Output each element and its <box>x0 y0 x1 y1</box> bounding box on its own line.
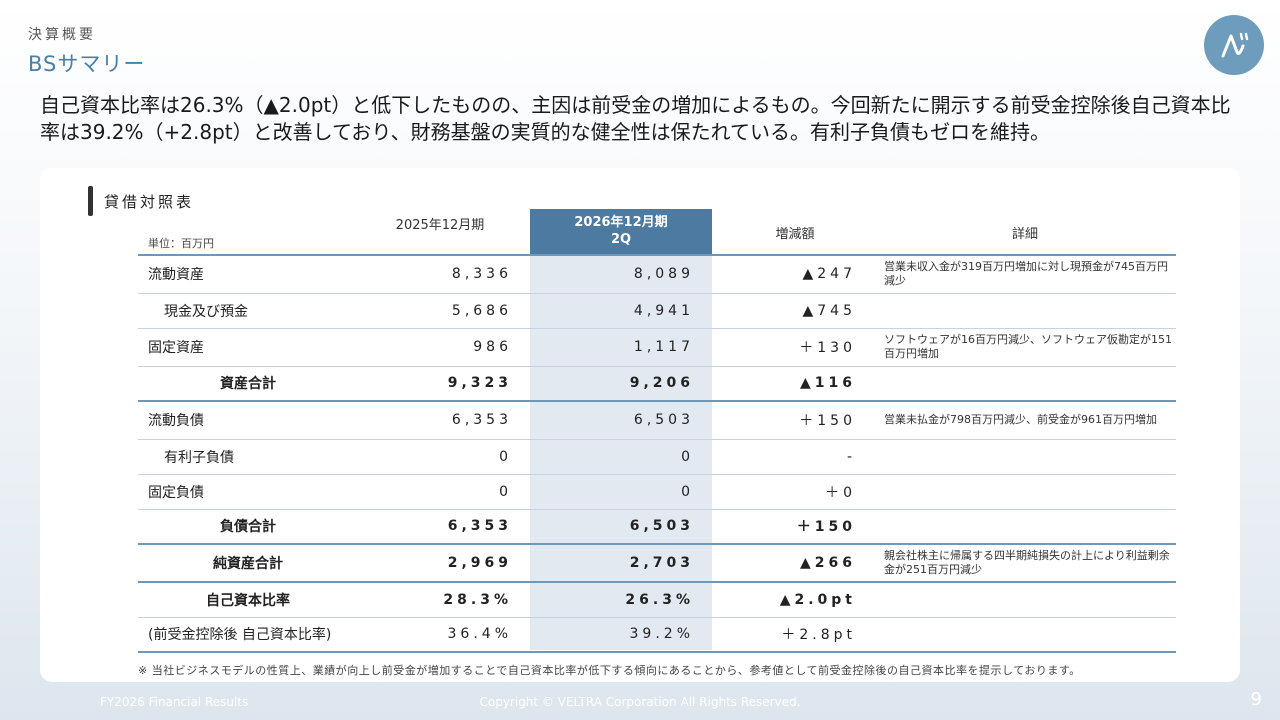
column-header-curr-line2: 2Q <box>610 232 632 247</box>
value-curr: 6,503 <box>633 412 694 429</box>
footnote: ※ 当社ビジネスモデルの性質上、業績が向上し前受金が増加することで自己資本比率が… <box>138 664 1081 677</box>
column-header-curr: 2026年12月期 2Q <box>530 209 712 254</box>
value-prev: 8,336 <box>451 266 512 283</box>
card-title-bar <box>88 186 93 216</box>
section-label: 決算概要 <box>28 27 96 43</box>
row-label: 自己資本比率 <box>206 592 290 609</box>
card-title: 貸借対照表 <box>104 193 195 211</box>
row-label: 流動負債 <box>148 413 204 430</box>
row-label: 有利子負債 <box>164 449 234 466</box>
row-detail <box>876 509 1176 544</box>
value-prev: 5,686 <box>451 302 512 319</box>
table-row: 自己資本比率 28.3% 26.3% ▲2.0pt <box>138 582 1176 617</box>
row-label: 負債合計 <box>220 519 276 536</box>
row-detail: 営業未払金が798百万円減少、前受金が961百万円増加 <box>884 413 1157 427</box>
value-prev: 9,323 <box>447 375 512 392</box>
row-label: (前受金控除後 自己資本比率) <box>148 627 332 644</box>
row-detail <box>876 474 1176 509</box>
value-diff: ＋130 <box>799 340 856 356</box>
value-prev: 36.4% <box>447 626 512 643</box>
balance-sheet-table: 流動資産 8,336 8,089 ▲247 営業未収入金が319百万円増加に対し… <box>138 254 1176 653</box>
row-detail: ソフトウェアが16百万円減少、ソフトウェア仮勘定が151百万円増加 <box>884 333 1172 360</box>
row-detail <box>876 617 1176 652</box>
table-row: 負債合計 6,353 6,503 ＋150 <box>138 509 1176 544</box>
value-diff: ＋2.8pt <box>781 627 856 644</box>
value-diff: ▲745 <box>802 302 856 319</box>
value-curr: 8,089 <box>633 266 694 283</box>
row-detail: 親会社株主に帰属する四半期純損失の計上により利益剰余金が251百万円減少 <box>884 549 1170 576</box>
value-prev: 986 <box>473 339 512 355</box>
row-label: 流動資産 <box>148 267 204 284</box>
column-header-detail: 詳細 <box>1011 227 1038 242</box>
value-prev: 0 <box>499 448 512 465</box>
column-header-diff: 増減額 <box>775 227 815 242</box>
column-header-curr-line1: 2026年12月期 <box>574 215 668 230</box>
row-label: 資産合計 <box>220 376 276 393</box>
value-curr: 9,206 <box>629 375 694 392</box>
value-diff: ▲2.0pt <box>779 591 856 608</box>
table-row: 現金及び預金 5,686 4,941 ▲745 <box>138 293 1176 328</box>
table-row: 有利子負債 0 0 - <box>138 439 1176 474</box>
row-detail: 営業未収入金が319百万円増加に対し現預金が745百万円減少 <box>884 260 1168 288</box>
value-diff: ＋150 <box>799 413 856 430</box>
page-number: 9 <box>1250 689 1262 710</box>
value-diff: ▲116 <box>800 375 856 392</box>
value-curr: 4,941 <box>633 302 694 319</box>
table-row: 純資産合計 2,969 2,703 ▲266 親会社株主に帰属する四半期純損失の… <box>138 544 1176 582</box>
value-curr: 26.3% <box>625 591 694 608</box>
row-detail <box>876 293 1176 328</box>
value-diff: ＋150 <box>796 519 856 536</box>
row-detail <box>876 366 1176 401</box>
value-prev: 2,969 <box>447 555 512 571</box>
value-prev: 0 <box>499 483 512 500</box>
table-row: 固定資産 986 1,117 ＋130 ソフトウェアが16百万円減少、ソフトウェ… <box>138 328 1176 366</box>
value-diff: ＋0 <box>825 484 856 501</box>
row-detail <box>876 582 1176 617</box>
table-row: (前受金控除後 自己資本比率) 36.4% 39.2% ＋2.8pt <box>138 617 1176 652</box>
value-curr: 0 <box>681 448 694 465</box>
table-row: 流動負債 6,353 6,503 ＋150 営業未払金が798百万円減少、前受金… <box>138 401 1176 439</box>
logo-mark-icon <box>1221 32 1249 58</box>
unit-label: 単位：百万円 <box>148 237 214 250</box>
table-row: 資産合計 9,323 9,206 ▲116 <box>138 366 1176 401</box>
row-label: 固定資産 <box>148 340 204 356</box>
value-prev: 28.3% <box>443 591 512 608</box>
headline-summary: 自己資本比率は26.3%（▲2.0pt）と低下したものの、主因は前受金の増加によ… <box>40 93 1231 144</box>
value-diff: - <box>846 448 856 465</box>
table-row: 固定負債 0 0 ＋0 <box>138 474 1176 509</box>
row-label: 固定負債 <box>148 484 204 501</box>
value-curr: 1,117 <box>633 339 694 355</box>
company-logo <box>1204 15 1264 75</box>
value-diff: ▲266 <box>800 555 856 571</box>
value-diff: ▲247 <box>802 266 856 283</box>
row-detail <box>876 439 1176 474</box>
row-label: 純資産合計 <box>213 556 283 572</box>
column-header-prev: 2025年12月期 <box>395 218 485 233</box>
footer-copyright: Copyright © VELTRA Corporation All Right… <box>479 695 801 709</box>
value-curr: 0 <box>681 483 694 500</box>
table-row: 流動資産 8,336 8,089 ▲247 営業未収入金が319百万円増加に対し… <box>138 255 1176 293</box>
value-curr: 39.2% <box>629 626 694 643</box>
value-curr: 2,703 <box>629 555 694 571</box>
page-title: BSサマリー <box>28 52 146 76</box>
balance-sheet-card: 貸借対照表 単位：百万円 2025年12月期 2026年12月期 2Q 増減額 … <box>40 168 1240 682</box>
value-curr: 6,503 <box>629 518 694 535</box>
value-prev: 6,353 <box>451 412 512 429</box>
value-prev: 6,353 <box>447 518 512 535</box>
row-label: 現金及び預金 <box>164 303 248 320</box>
